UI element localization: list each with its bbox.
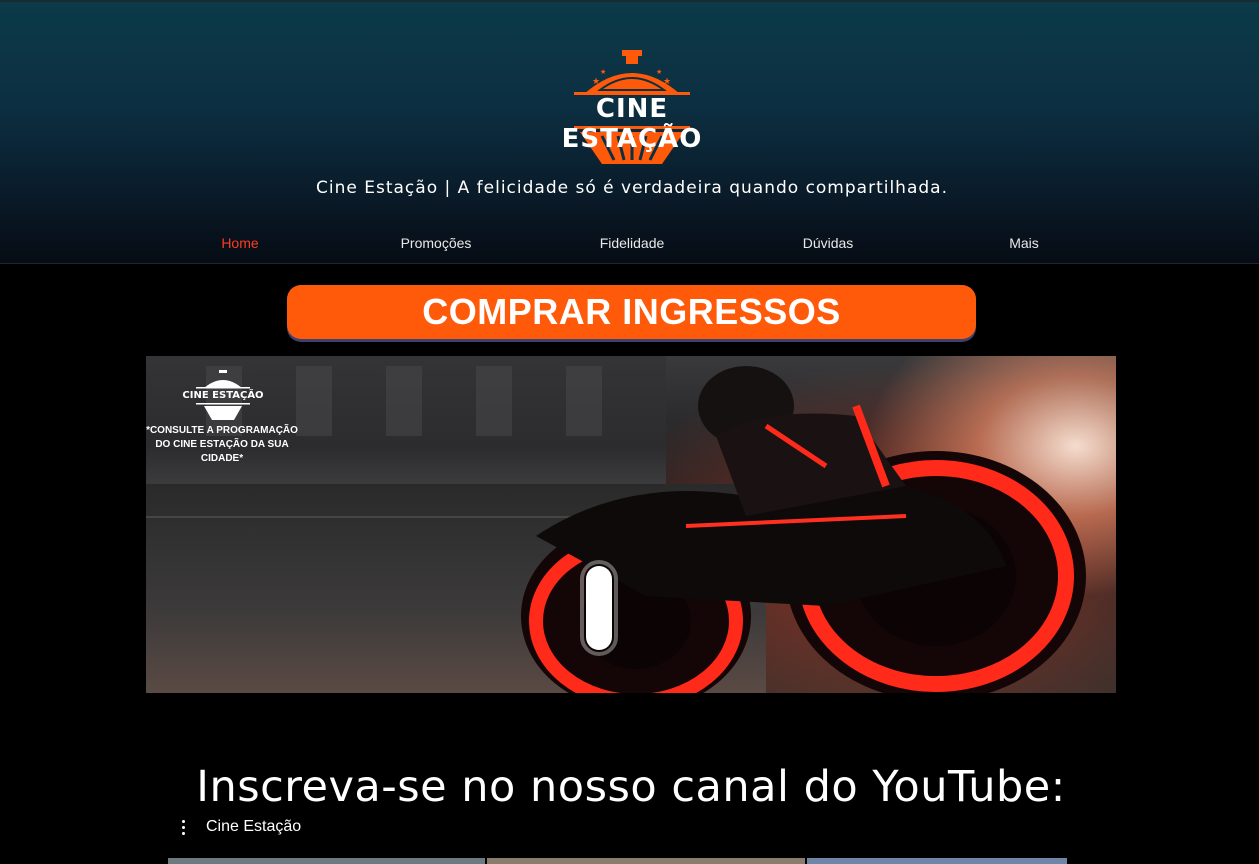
svg-text:★: ★	[663, 77, 671, 87]
nav-divider	[0, 263, 1259, 264]
site-header: ★ ★ ★ ★ CINE ESTAÇÃO Cine Estação | A fe…	[0, 0, 1259, 263]
banner-logo: CINE ESTAÇÃO	[178, 370, 268, 422]
banner-logo-wordmark: CINE ESTAÇÃO	[182, 390, 264, 401]
nav-item-fidelidade[interactable]: Fidelidade	[534, 235, 730, 251]
nav-item-mais[interactable]: Mais	[926, 235, 1122, 251]
youtube-video-thumbnails	[168, 858, 1067, 864]
site-tagline: Cine Estação | A felicidade só é verdade…	[316, 178, 948, 198]
buy-tickets-button[interactable]: COMPRAR INGRESSOS	[287, 285, 976, 339]
nav-item-home[interactable]: Home	[142, 235, 338, 251]
video-thumbnail[interactable]	[168, 858, 485, 864]
svg-text:★: ★	[600, 68, 606, 76]
hero-banner[interactable]: CINE ESTAÇÃO *CONSULTE A PROGRAMAÇÃO DO …	[146, 356, 1116, 693]
logo-wordmark: CINE ESTAÇÃO	[561, 94, 703, 154]
main-nav: Home Promoções Fidelidade Dúvidas Mais	[142, 235, 1122, 257]
banner-note: *CONSULTE A PROGRAMAÇÃO DO CINE ESTAÇÃO …	[146, 425, 298, 464]
light-cycle-image	[521, 366, 1086, 693]
svg-text:★: ★	[592, 77, 600, 87]
video-thumbnail[interactable]	[487, 858, 805, 864]
video-thumbnail[interactable]	[807, 858, 1067, 864]
youtube-section-title: Inscreva-se no nosso canal do YouTube:	[196, 762, 1066, 812]
cine-estacao-logo[interactable]: ★ ★ ★ ★ CINE ESTAÇÃO	[522, 48, 742, 168]
kebab-menu-icon[interactable]	[182, 820, 186, 836]
nav-item-promocoes[interactable]: Promoções	[338, 235, 534, 251]
svg-text:★: ★	[656, 68, 662, 76]
nav-item-duvidas[interactable]: Dúvidas	[730, 235, 926, 251]
youtube-channel-link[interactable]: Cine Estação	[206, 818, 301, 836]
